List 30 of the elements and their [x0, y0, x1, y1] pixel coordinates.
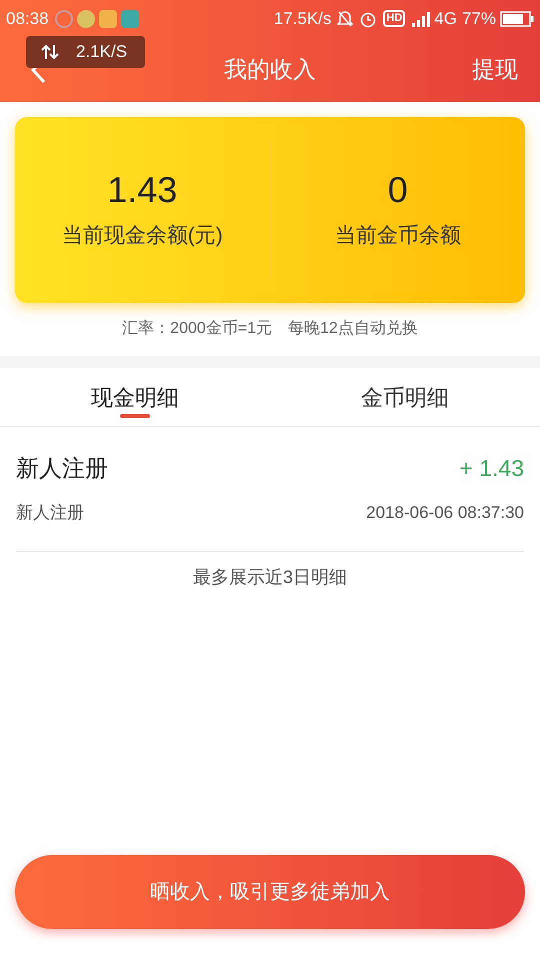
app-icon — [76, 10, 95, 28]
record-subtitle: 新人注册 — [16, 502, 84, 524]
app-icon — [98, 10, 117, 28]
mute-icon — [337, 10, 354, 28]
overlay-speed: 2.1K/S — [76, 41, 128, 64]
battery-percent: 77% — [462, 8, 496, 30]
tab[interactable]: 金币明细 — [270, 368, 540, 426]
app-icon — [120, 10, 139, 28]
status-time: 08:38 — [6, 8, 49, 30]
record-title: 新人注册 — [16, 454, 108, 483]
exchange-note: 汇率：2000金币=1元 每晚12点自动兑换 — [121, 318, 419, 339]
footer-note: 最多展示近3日明细 — [192, 566, 348, 589]
tab-indicator — [120, 414, 150, 418]
record-time: 2018-06-06 08:37:30 — [366, 502, 524, 524]
network-type: 4G — [434, 8, 457, 30]
tab[interactable]: 现金明细 — [0, 368, 270, 426]
hd-badge: HD — [383, 10, 406, 27]
network-speed: 17.5K/s — [274, 8, 332, 30]
balance-label: 当前金币余额 — [334, 223, 461, 250]
alarm-icon — [359, 10, 378, 28]
transfer-icon — [40, 43, 60, 61]
page-title: 我的收入 — [224, 55, 316, 84]
balance-value: 1.43 — [107, 168, 178, 212]
battery-icon — [500, 10, 534, 26]
balance-value: 0 — [388, 168, 408, 212]
withdraw-button[interactable]: 提现 — [472, 52, 518, 87]
app-icon — [54, 10, 73, 28]
balance-label: 当前现金余额(元) — [62, 223, 223, 250]
record-amount: + 1.43 — [459, 454, 524, 483]
signal-icon — [411, 10, 432, 28]
